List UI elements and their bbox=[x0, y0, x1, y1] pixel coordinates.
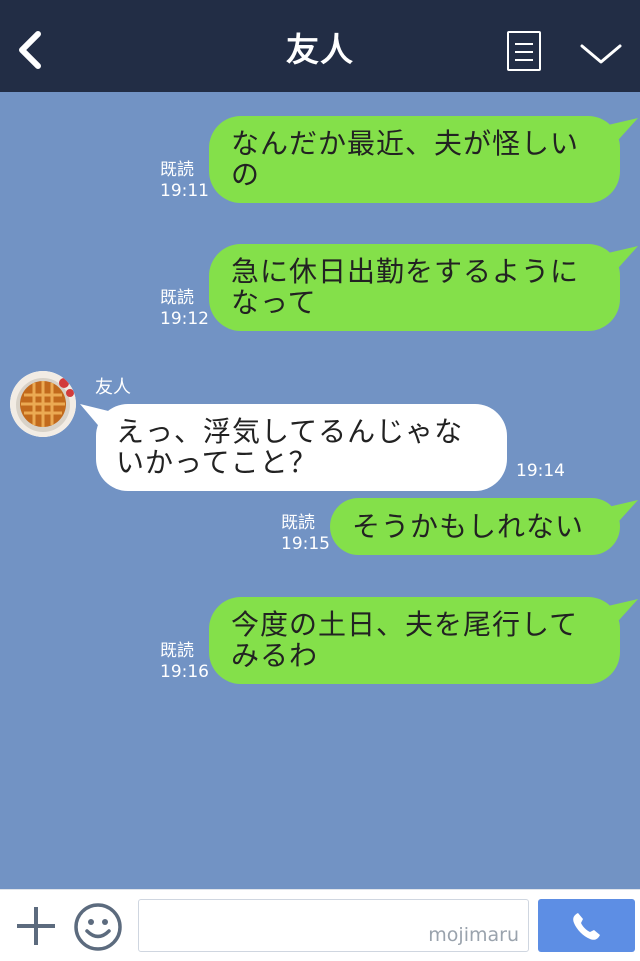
call-button[interactable] bbox=[538, 899, 635, 952]
read-receipt: 既読 19:12 bbox=[160, 288, 209, 330]
input-bar: mojimaru bbox=[0, 889, 640, 961]
menu-button[interactable] bbox=[507, 31, 541, 71]
message-text: 急に休日出勤をするようになって bbox=[231, 255, 580, 319]
chat-title: 友人 bbox=[286, 30, 354, 69]
emoji-icon bbox=[74, 903, 122, 951]
incoming-message[interactable]: えっ、浮気してるんじゃないかってこと？ bbox=[96, 404, 507, 491]
avatar[interactable] bbox=[10, 371, 76, 437]
message-input[interactable]: mojimaru bbox=[138, 899, 529, 952]
read-receipt: 既読 19:15 bbox=[281, 513, 330, 555]
read-receipt: 既読 19:16 bbox=[160, 641, 209, 683]
message-time: 19:12 bbox=[160, 309, 209, 329]
read-label: 既読 bbox=[160, 641, 194, 661]
watermark: mojimaru bbox=[428, 924, 519, 946]
read-label: 既読 bbox=[160, 288, 194, 308]
outgoing-message[interactable]: 今度の土日、夫を尾行してみるわ bbox=[209, 597, 620, 684]
outgoing-message[interactable]: 急に休日出勤をするようになって bbox=[209, 244, 620, 331]
pie-avatar-icon bbox=[10, 371, 76, 437]
message-text: 今度の土日、夫を尾行してみるわ bbox=[231, 608, 579, 672]
chat-header: 友人 bbox=[0, 0, 640, 92]
message-time: 19:15 bbox=[281, 534, 330, 554]
message-list[interactable]: 既読 19:11 なんだか最近、夫が怪しいの 既読 19:12 急に休日出勤をす… bbox=[0, 92, 640, 889]
read-label: 既読 bbox=[160, 160, 194, 180]
message-text: えっ、浮気してるんじゃないかってこと？ bbox=[116, 415, 464, 479]
emoji-button[interactable] bbox=[73, 902, 123, 952]
outgoing-message[interactable]: なんだか最近、夫が怪しいの bbox=[209, 116, 620, 203]
phone-icon bbox=[573, 913, 600, 940]
message-text: そうかもしれない bbox=[352, 510, 585, 543]
read-receipt: 既読 19:11 bbox=[160, 160, 209, 202]
outgoing-message[interactable]: そうかもしれない bbox=[330, 498, 620, 555]
plus-icon bbox=[17, 907, 55, 945]
message-time: 19:11 bbox=[160, 181, 209, 201]
message-time: 19:14 bbox=[516, 461, 565, 481]
dropdown-button[interactable] bbox=[578, 36, 624, 70]
sender-name: 友人 bbox=[95, 377, 131, 398]
message-time: 19:16 bbox=[160, 662, 209, 682]
read-label: 既読 bbox=[281, 513, 315, 533]
message-text: なんだか最近、夫が怪しいの bbox=[231, 127, 580, 191]
add-button[interactable] bbox=[14, 904, 58, 948]
chevron-down-icon bbox=[580, 44, 622, 64]
